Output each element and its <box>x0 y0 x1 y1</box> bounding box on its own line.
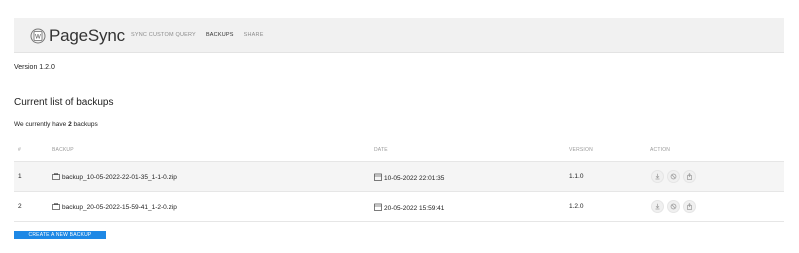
main-nav: SYNC CUSTOM QUERY BACKUPS SHARE <box>131 32 264 38</box>
backup-filename: backup_20-05-2022-15-59-41_1-2-0.zip <box>62 204 177 211</box>
backups-table: # BACKUP DATE VERSION ACTION 1 backup_10… <box>14 140 784 222</box>
top-navigation-bar: W PageSync SYNC CUSTOM QUERY BACKUPS SHA… <box>14 18 784 53</box>
backup-date: 20-05-2022 15:59:41 <box>384 204 445 212</box>
pagesync-logo[interactable]: W PageSync <box>30 26 125 46</box>
pagesync-logo-icon: W <box>30 28 46 44</box>
create-new-backup-button[interactable]: CREATE A NEW BACKUP <box>14 231 106 239</box>
row-actions <box>651 170 696 183</box>
download-icon[interactable] <box>651 170 664 183</box>
table-header: # BACKUP DATE VERSION ACTION <box>14 140 784 162</box>
backup-date: 10-05-2022 22:01:35 <box>384 174 445 182</box>
row-actions <box>651 200 696 213</box>
backup-file-cell: backup_20-05-2022-15-59-41_1-2-0.zip <box>52 203 177 212</box>
table-row: 2 backup_20-05-2022-15-59-41_1-2-0.zip 2… <box>14 192 784 222</box>
column-header-date: DATE <box>374 147 388 153</box>
version-text: Version 1.2.0 <box>14 64 55 71</box>
briefcase-icon <box>52 173 60 182</box>
row-number: 1 <box>18 173 22 180</box>
backup-file-cell: backup_10-05-2022-22-01-35_1-1-0.zip <box>52 173 177 182</box>
summary-prefix: We currently have <box>14 121 69 128</box>
svg-text:W: W <box>35 35 41 41</box>
nav-backups[interactable]: BACKUPS <box>206 32 234 38</box>
logo-text: PageSync <box>49 26 125 45</box>
summary-suffix: backups <box>71 121 98 128</box>
share-icon[interactable] <box>683 200 696 213</box>
briefcase-icon <box>52 203 60 212</box>
backup-filename: backup_10-05-2022-22-01-35_1-1-0.zip <box>62 174 177 181</box>
date-cell: 10-05-2022 22:01:35 <box>374 173 444 183</box>
column-header-number: # <box>18 147 21 153</box>
download-icon[interactable] <box>651 200 664 213</box>
nav-sync-custom-query[interactable]: SYNC CUSTOM QUERY <box>131 32 196 38</box>
column-header-action: ACTION <box>650 147 671 153</box>
date-cell: 20-05-2022 15:59:41 <box>374 203 444 213</box>
calendar-icon <box>374 173 382 183</box>
share-icon[interactable] <box>683 170 696 183</box>
row-number: 2 <box>18 203 22 210</box>
column-header-backup: BACKUP <box>52 147 74 153</box>
nav-share[interactable]: SHARE <box>244 32 264 38</box>
backup-summary: We currently have 2 backups <box>14 121 98 128</box>
section-title: Current list of backups <box>14 97 114 108</box>
backup-version: 1.1.0 <box>569 173 584 180</box>
restore-icon[interactable] <box>667 170 680 183</box>
backup-version: 1.2.0 <box>569 203 584 210</box>
column-header-version: VERSION <box>569 147 593 153</box>
table-row: 1 backup_10-05-2022-22-01-35_1-1-0.zip 1… <box>14 162 784 192</box>
calendar-icon <box>374 203 382 213</box>
restore-icon[interactable] <box>667 200 680 213</box>
